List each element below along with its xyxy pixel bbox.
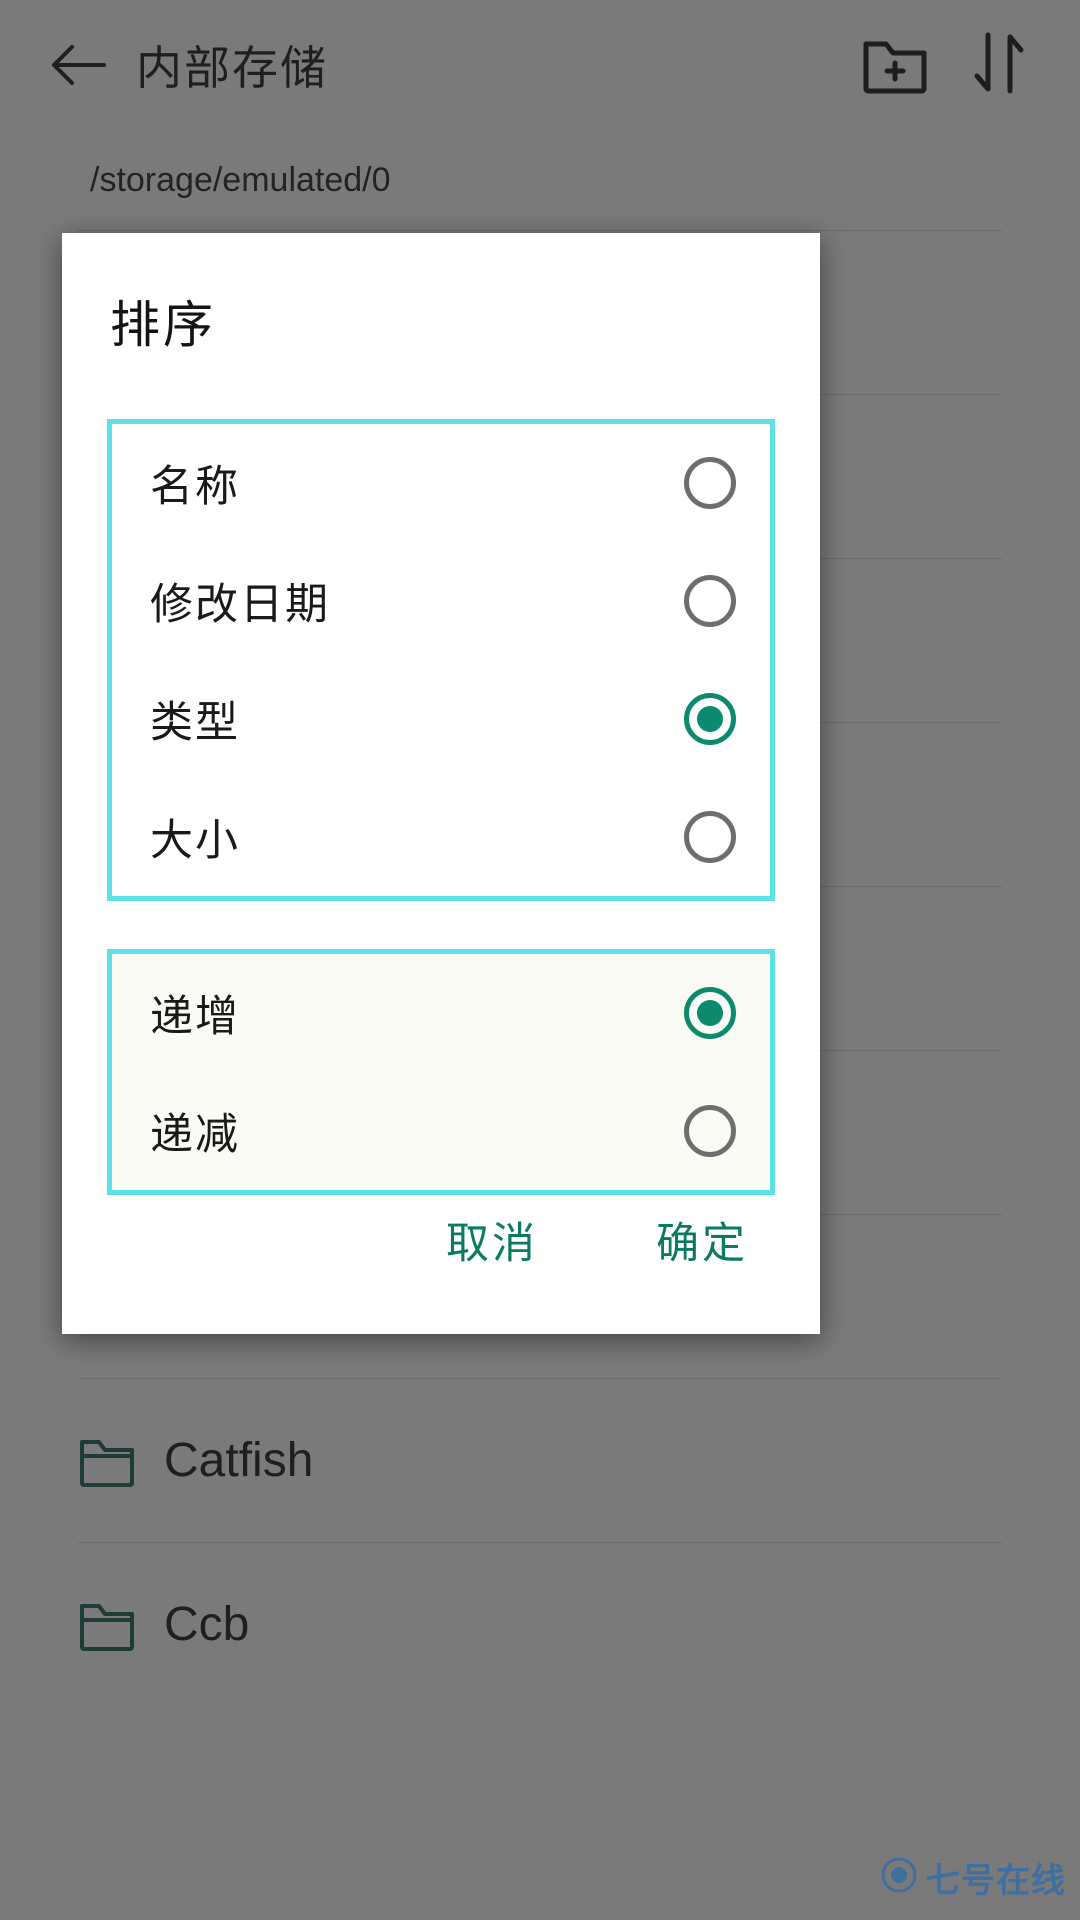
sort-option-name[interactable]: 名称	[112, 424, 770, 542]
sort-dialog: 排序 名称 修改日期 类型 大小 递增 递减 取消 确定	[62, 233, 820, 1334]
watermark: 七号在线	[880, 1853, 1066, 1902]
cancel-button[interactable]: 取消	[436, 1195, 548, 1285]
option-label: 修改日期	[150, 581, 330, 629]
option-label: 递增	[150, 993, 240, 1041]
sort-field-group: 名称 修改日期 类型 大小	[107, 419, 775, 901]
radio-ascending[interactable]	[684, 987, 736, 1039]
radio-type[interactable]	[684, 693, 736, 745]
sort-order-group: 递增 递减	[107, 949, 775, 1195]
option-label: 类型	[150, 699, 240, 747]
watermark-text: 七号在线	[926, 1862, 1066, 1900]
option-label: 名称	[150, 463, 240, 511]
radio-size[interactable]	[684, 811, 736, 863]
radio-name[interactable]	[684, 457, 736, 509]
sort-option-ascending[interactable]: 递增	[112, 954, 770, 1072]
confirm-button[interactable]: 确定	[646, 1195, 758, 1285]
option-label: 大小	[150, 817, 240, 865]
sort-option-type[interactable]: 类型	[112, 660, 770, 778]
sort-option-descending[interactable]: 递减	[112, 1072, 770, 1190]
radio-descending[interactable]	[684, 1105, 736, 1157]
radio-modified-date[interactable]	[684, 575, 736, 627]
dialog-title: 排序	[110, 297, 216, 353]
sort-option-size[interactable]: 大小	[112, 778, 770, 896]
dialog-actions: 取消 确定	[62, 1195, 820, 1341]
app-root: 内部存储 /storage	[0, 0, 1080, 1920]
circle-logo-icon	[880, 1856, 918, 1899]
sort-option-modified-date[interactable]: 修改日期	[112, 542, 770, 660]
option-label: 递减	[150, 1111, 240, 1159]
